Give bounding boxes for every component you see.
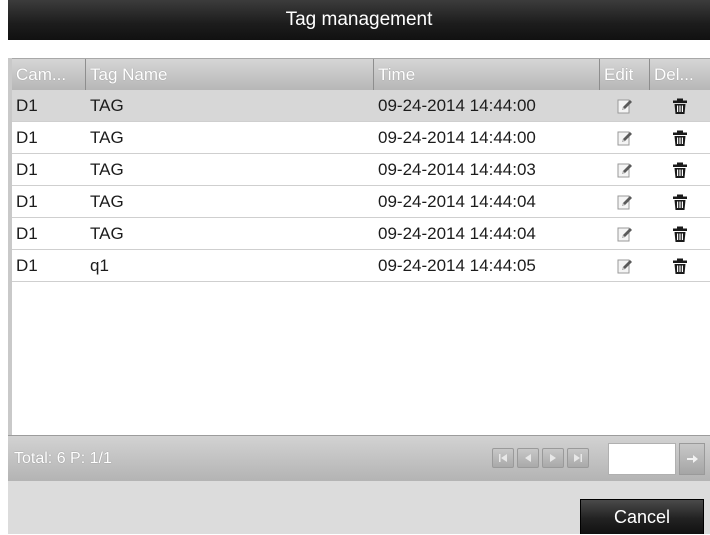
- delete-cell: [650, 161, 710, 179]
- edit-icon[interactable]: [616, 129, 634, 147]
- tag-name-cell: TAG: [90, 127, 124, 147]
- trash-icon[interactable]: [671, 129, 689, 147]
- tag-table: Cam... Tag Name Time Edit Del... D1 TAG 09…: [8, 40, 710, 435]
- table-header: Cam... Tag Name Time Edit Del...: [12, 58, 710, 91]
- trash-icon[interactable]: [671, 257, 689, 275]
- total-count-label: Total: 6 P: 1/1: [14, 450, 112, 467]
- tag-management-dialog: Tag management Cam... Tag Name Time Edit…: [8, 0, 710, 534]
- column-header-tag-name[interactable]: Tag Name: [86, 59, 374, 90]
- edit-icon[interactable]: [616, 257, 634, 275]
- column-header-delete[interactable]: Del...: [650, 59, 710, 90]
- delete-cell: [650, 257, 710, 275]
- dialog-title: Tag management: [8, 0, 710, 40]
- time-cell: 09-24-2014 14:44:03: [378, 159, 536, 179]
- trash-icon[interactable]: [671, 97, 689, 115]
- first-page-icon[interactable]: [492, 448, 514, 468]
- table-row[interactable]: D1 q1 09-24-2014 14:44:05: [12, 250, 710, 282]
- table-row[interactable]: D1 TAG 09-24-2014 14:44:03: [12, 154, 710, 186]
- time-cell: 09-24-2014 14:44:00: [378, 127, 536, 147]
- edit-icon[interactable]: [616, 161, 634, 179]
- time-cell: 09-24-2014 14:44:05: [378, 255, 536, 275]
- cancel-button[interactable]: Cancel: [580, 499, 704, 534]
- column-header-camera[interactable]: Cam...: [12, 59, 86, 90]
- time-cell: 09-24-2014 14:44:04: [378, 191, 536, 211]
- camera-cell: D1: [16, 255, 38, 275]
- go-arrow-icon[interactable]: [679, 443, 705, 475]
- table-row[interactable]: D1 TAG 09-24-2014 14:44:00: [12, 90, 710, 122]
- delete-cell: [650, 225, 710, 243]
- tag-name-cell: q1: [90, 255, 109, 275]
- edit-icon[interactable]: [616, 225, 634, 243]
- column-header-edit[interactable]: Edit: [600, 59, 650, 90]
- next-page-icon[interactable]: [542, 448, 564, 468]
- table-footer: Total: 6 P: 1/1: [8, 435, 710, 482]
- camera-cell: D1: [16, 127, 38, 147]
- prev-page-icon[interactable]: [517, 448, 539, 468]
- delete-cell: [650, 129, 710, 147]
- trash-icon[interactable]: [671, 193, 689, 211]
- edit-cell: [600, 129, 650, 147]
- pager: [492, 448, 589, 468]
- delete-cell: [650, 193, 710, 211]
- edit-cell: [600, 97, 650, 115]
- column-header-time[interactable]: Time: [374, 59, 600, 90]
- time-cell: 09-24-2014 14:44:04: [378, 223, 536, 243]
- edit-icon[interactable]: [616, 193, 634, 211]
- camera-cell: D1: [16, 159, 38, 179]
- trash-icon[interactable]: [671, 161, 689, 179]
- table-row[interactable]: D1 TAG 09-24-2014 14:44:04: [12, 218, 710, 250]
- time-cell: 09-24-2014 14:44:00: [378, 95, 536, 115]
- edit-cell: [600, 161, 650, 179]
- page-number-input[interactable]: [608, 443, 676, 475]
- camera-cell: D1: [16, 223, 38, 243]
- edit-icon[interactable]: [616, 97, 634, 115]
- edit-cell: [600, 225, 650, 243]
- tag-name-cell: TAG: [90, 95, 124, 115]
- tag-name-cell: TAG: [90, 223, 124, 243]
- dialog-button-bar: Cancel: [8, 481, 710, 534]
- table-row[interactable]: D1 TAG 09-24-2014 14:44:00: [12, 122, 710, 154]
- camera-cell: D1: [16, 191, 38, 211]
- trash-icon[interactable]: [671, 225, 689, 243]
- delete-cell: [650, 97, 710, 115]
- table-row[interactable]: D1 TAG 09-24-2014 14:44:04: [12, 186, 710, 218]
- edit-cell: [600, 257, 650, 275]
- edit-cell: [600, 193, 650, 211]
- table-body: D1 TAG 09-24-2014 14:44:00 D1 TAG 09-24-2014 …: [12, 90, 710, 282]
- camera-cell: D1: [16, 95, 38, 115]
- tag-name-cell: TAG: [90, 191, 124, 211]
- last-page-icon[interactable]: [567, 448, 589, 468]
- tag-name-cell: TAG: [90, 159, 124, 179]
